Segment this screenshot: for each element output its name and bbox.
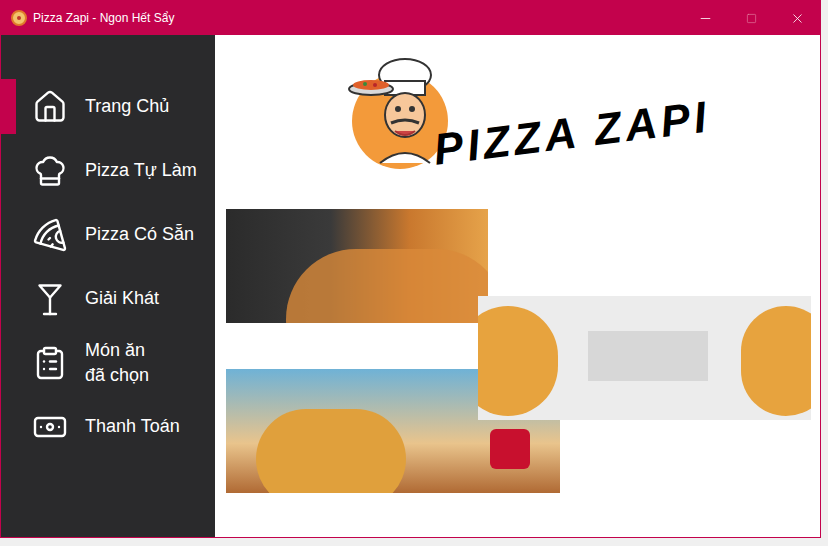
window-title: Pizza Zapi - Ngon Hết Sẩy (33, 9, 174, 27)
pizza-banner (226, 209, 488, 323)
maximize-button (728, 1, 774, 35)
sidebar-label: Pizza Có Sẵn (85, 222, 194, 247)
minimize-icon (698, 11, 713, 26)
pizza-icon (32, 217, 68, 253)
sidebar: Trang Chủ Pizza Tự Làm Pizza Có Sẵn Giải Kh… (1, 35, 215, 537)
sidebar-label: Giải Khát (85, 286, 159, 311)
sidebar-item[interactable]: Trang Chủ (1, 79, 215, 134)
sidebar-item[interactable]: Giải Khát (1, 271, 215, 326)
sidebar-item[interactable]: Món ăn đã chọn (1, 335, 215, 390)
sidebar-item[interactable]: Pizza Tự Làm (1, 143, 215, 198)
app-pizza-icon (11, 10, 27, 26)
maximize-icon (746, 13, 757, 24)
selected-indicator (1, 79, 16, 134)
close-icon (790, 11, 805, 26)
sidebar-item[interactable]: Thanh Toán (1, 399, 215, 454)
home-content: PIZZA ZAPI (215, 35, 820, 537)
close-button[interactable] (774, 1, 820, 35)
logo: PIZZA ZAPI (215, 35, 820, 173)
house-icon (32, 89, 68, 125)
app-window: Pizza Zapi - Ngon Hết Sẩy Trang Chủ Pizza … (0, 0, 821, 538)
sidebar-label: Trang Chủ (85, 94, 169, 119)
chef-icon (32, 153, 68, 189)
offer-banner (478, 296, 811, 420)
sidebar-label: Thanh Toán (85, 414, 180, 439)
desktop: Pizza Zapi - Ngon Hết Sẩy Trang Chủ Pizza … (0, 0, 828, 546)
sidebar-item[interactable]: Pizza Có Sẵn (1, 207, 215, 262)
sidebar-label: Pizza Tự Làm (85, 158, 197, 183)
minimize-button[interactable] (682, 1, 728, 35)
title-bar: Pizza Zapi - Ngon Hết Sẩy (1, 1, 820, 35)
money-icon (32, 409, 68, 445)
logo-text: PIZZA ZAPI (430, 83, 714, 182)
order-list-icon (32, 345, 68, 381)
sidebar-label: Món ăn đã chọn (85, 338, 149, 388)
cocktail-icon (32, 281, 68, 317)
